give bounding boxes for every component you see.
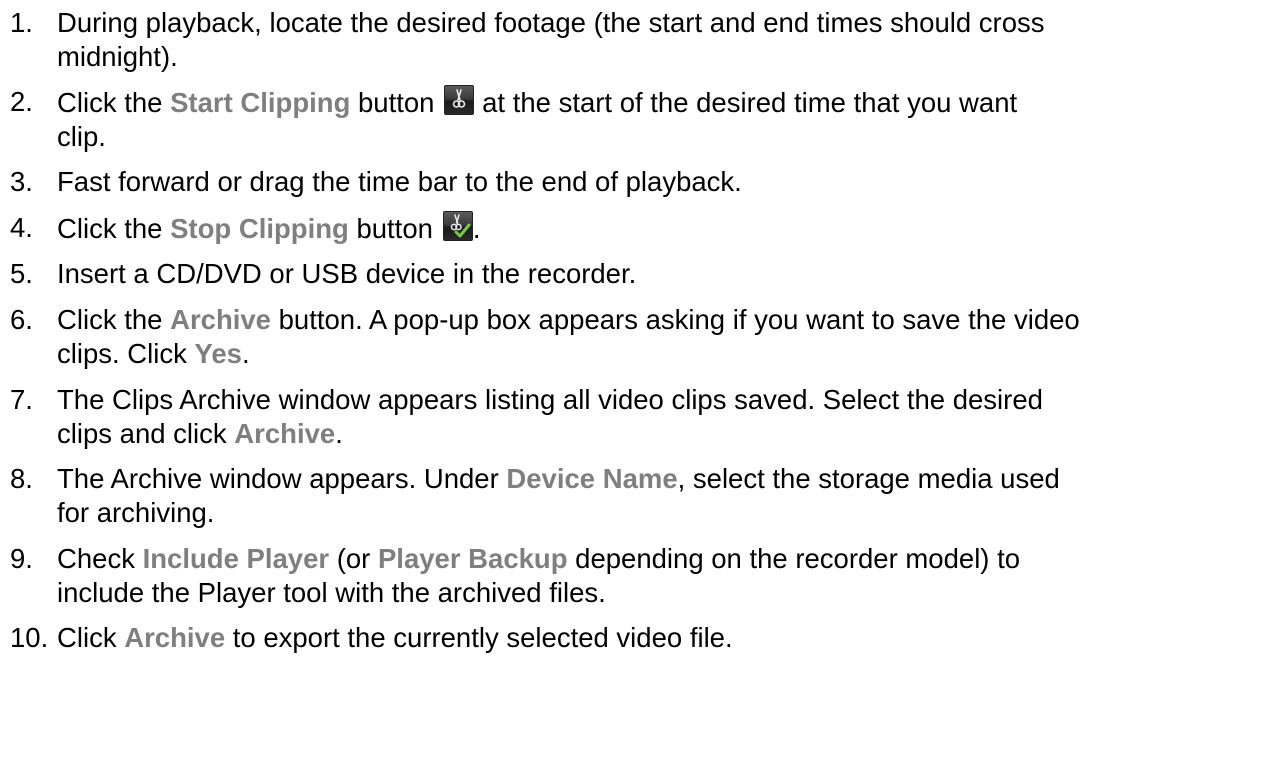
step-text: The Archive window appears. Under Device…	[57, 463, 1060, 528]
ui-label-archive: Archive	[234, 418, 336, 449]
step-text: Check Include Player (or Player Backup d…	[57, 543, 1021, 608]
step-number: 9.	[10, 543, 33, 574]
step-text: Insert a CD/DVD or USB device in the rec…	[57, 258, 637, 289]
step-number: 6.	[10, 304, 33, 335]
step-text: Click the Start Clipping button at the s…	[57, 85, 1018, 152]
start-clipping-icon	[444, 85, 475, 115]
step-text: Click the Stop Clipping button .	[57, 211, 481, 244]
ui-label-include-player: Include Player	[142, 543, 330, 574]
step-number: 3.	[10, 166, 33, 197]
ui-label-archive: Archive	[124, 622, 226, 653]
ui-label-archive: Archive	[170, 304, 271, 335]
step-text: Click Archive to export the currently se…	[57, 622, 733, 653]
stop-clipping-icon	[442, 211, 473, 241]
step-text: The Clips Archive window appears listing…	[57, 384, 1043, 449]
step-number: 7.	[10, 384, 33, 415]
ui-label-device-name: Device Name	[506, 463, 678, 494]
step-text: Click the Archive button. A pop-up box a…	[57, 304, 1080, 369]
step-text: During playback, locate the desired foot…	[57, 7, 1045, 72]
step-text: Fast forward or drag the time bar to the…	[57, 166, 742, 197]
step-number: 4.	[10, 212, 33, 243]
step-number: 10.	[10, 622, 49, 653]
ui-label-player-backup: Player Backup	[377, 543, 568, 574]
step-number: 2.	[10, 86, 33, 117]
ui-label-start-clipping: Start Clipping	[170, 87, 351, 118]
step-number: 1.	[10, 7, 33, 38]
ui-label-yes: Yes	[194, 338, 242, 369]
step-number: 8.	[10, 463, 33, 494]
ui-label-stop-clipping: Stop Clipping	[170, 213, 349, 244]
step-number: 5.	[10, 258, 33, 289]
